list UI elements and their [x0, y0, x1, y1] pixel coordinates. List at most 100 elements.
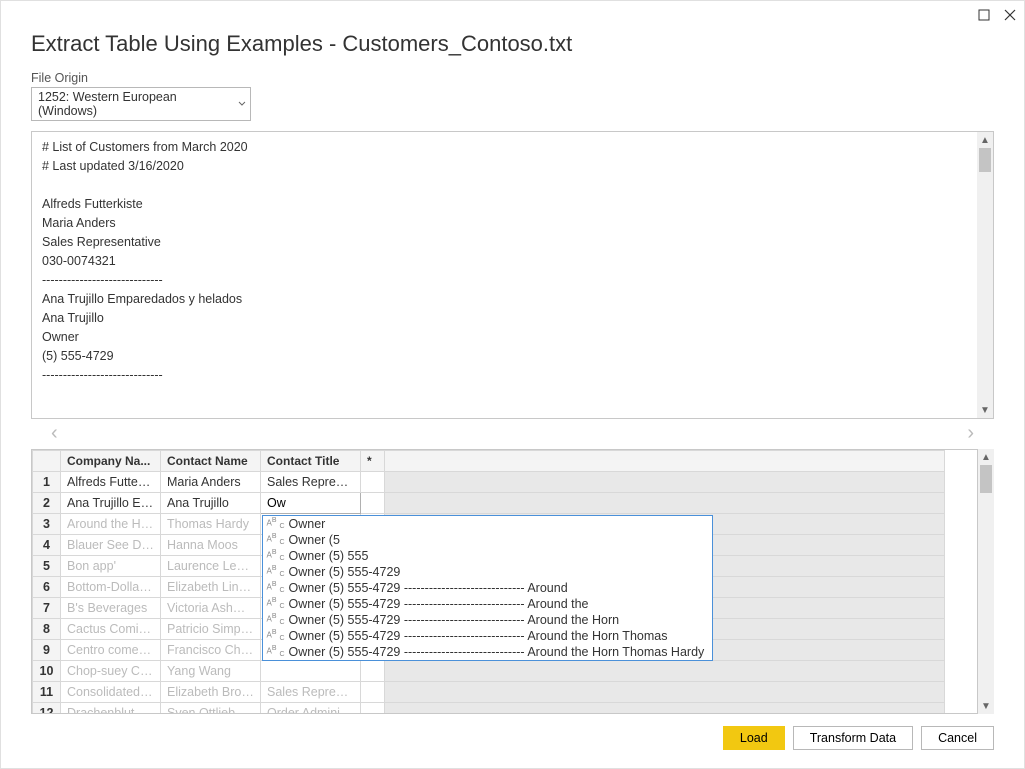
grid-scrollbar[interactable]: ▲ ▼ — [978, 449, 994, 714]
example-grid-area: Company Na...Contact NameContact Title*1… — [31, 449, 994, 714]
cell-company[interactable]: Blauer See Deli... — [61, 535, 161, 556]
autocomplete-text: Owner — [289, 517, 326, 531]
autocomplete-item[interactable]: ABC Owner (5) 555-4729 ------------------… — [263, 596, 713, 612]
maximize-icon[interactable] — [978, 9, 990, 21]
cell-contact[interactable]: Victoria Ashwo... — [161, 598, 261, 619]
text-type-icon: ABC — [267, 533, 285, 547]
cell-company[interactable]: Centro comerci... — [61, 640, 161, 661]
cell-company[interactable]: Bon app' — [61, 556, 161, 577]
autocomplete-text: Owner (5) 555-4729 ---------------------… — [289, 645, 705, 659]
preview-line: 030-0074321 — [42, 252, 967, 271]
autocomplete-text: Owner (5) 555-4729 ---------------------… — [289, 597, 589, 611]
text-type-icon: ABC — [267, 597, 285, 611]
column-header-add[interactable]: * — [361, 451, 385, 472]
example-input[interactable] — [267, 496, 354, 510]
file-origin-dropdown[interactable]: 1252: Western European (Windows) — [31, 87, 251, 121]
transform-data-button[interactable]: Transform Data — [793, 726, 913, 750]
text-type-icon: ABC — [267, 645, 285, 659]
autocomplete-text: Owner (5) 555 — [289, 549, 369, 563]
table-row[interactable]: 11Consolidated H...Elizabeth BrownSales … — [33, 682, 945, 703]
autocomplete-item[interactable]: ABC Owner (5) 555-4729 — [263, 564, 713, 580]
cell-company[interactable]: Around the Horn — [61, 514, 161, 535]
autocomplete-text: Owner (5 — [289, 533, 340, 547]
scroll-left-icon[interactable]: ‹ — [51, 422, 58, 445]
table-row[interactable]: 2Ana Trujillo Em...Ana Trujillo — [33, 493, 945, 514]
cell-contact[interactable]: Sven Ottlieb — [161, 703, 261, 715]
preview-scrollbar[interactable]: ▲ ▼ — [977, 132, 993, 418]
scroll-thumb[interactable] — [980, 465, 992, 493]
text-type-icon: ABC — [267, 517, 285, 531]
preview-line: Alfreds Futterkiste — [42, 195, 967, 214]
cell-company[interactable]: Ana Trujillo Em... — [61, 493, 161, 514]
scroll-right-icon[interactable]: › — [967, 422, 974, 445]
text-type-icon: ABC — [267, 581, 285, 595]
cell-contact[interactable]: Maria Anders — [161, 472, 261, 493]
scroll-down-icon[interactable]: ▼ — [978, 698, 994, 714]
file-preview-text: # List of Customers from March 2020# Las… — [32, 132, 977, 418]
table-row[interactable]: 12Drachenblut D...Sven OttliebOrder Admi… — [33, 703, 945, 715]
cell-title-editing[interactable] — [261, 493, 361, 514]
autocomplete-item[interactable]: ABCOwner (5) 555-4729 ------------------… — [263, 628, 713, 644]
text-type-icon: ABC — [267, 549, 285, 563]
preview-line: # Last updated 3/16/2020 — [42, 157, 967, 176]
cell-company[interactable]: Consolidated H... — [61, 682, 161, 703]
cell-company[interactable]: B's Beverages — [61, 598, 161, 619]
autocomplete-item[interactable]: ABC Owner (5) 555-4729 ------------------… — [263, 644, 713, 660]
scroll-thumb[interactable] — [979, 148, 991, 172]
preview-line — [42, 176, 967, 195]
cell-contact[interactable]: Laurence Lebih... — [161, 556, 261, 577]
cell-company[interactable]: Cactus Comida... — [61, 619, 161, 640]
table-row[interactable]: 10Chop-suey Chi...Yang Wang — [33, 661, 945, 682]
cell-title[interactable] — [261, 661, 361, 682]
dialog-header: Extract Table Using Examples - Customers… — [1, 29, 1024, 67]
preview-line: Maria Anders — [42, 214, 967, 233]
load-button[interactable]: Load — [723, 726, 785, 750]
cell-title[interactable]: Sales Represen... — [261, 682, 361, 703]
preview-hscroll[interactable]: ‹ › — [31, 421, 994, 445]
cell-contact[interactable]: Francisco Chang — [161, 640, 261, 661]
scroll-up-icon[interactable]: ▲ — [977, 132, 993, 148]
preview-line: Sales Representative — [42, 233, 967, 252]
autocomplete-item[interactable]: ABC Owner (5) 555 — [263, 548, 713, 564]
autocomplete-item[interactable]: ABC Owner — [263, 516, 713, 532]
cell-contact[interactable]: Ana Trujillo — [161, 493, 261, 514]
autocomplete-text: Owner (5) 555-4729 — [289, 565, 401, 579]
preview-line: Ana Trujillo Emparedados y helados — [42, 290, 967, 309]
preview-line: Owner — [42, 328, 967, 347]
preview-line: ----------------------------- — [42, 271, 967, 290]
column-header-contact[interactable]: Contact Name — [161, 451, 261, 472]
chevron-down-icon — [238, 100, 246, 108]
dialog-window: Extract Table Using Examples - Customers… — [0, 0, 1025, 769]
autocomplete-text: Owner (5) 555-4729 ---------------------… — [289, 629, 668, 643]
autocomplete-popup[interactable]: ABCOwnerABCOwner (5ABCOwner (5) 555ABCOw… — [262, 515, 714, 661]
cancel-button[interactable]: Cancel — [921, 726, 994, 750]
dialog-footer: Load Transform Data Cancel — [1, 714, 1024, 768]
column-header-title[interactable]: Contact Title — [261, 451, 361, 472]
column-header-company[interactable]: Company Na... — [61, 451, 161, 472]
cell-contact[interactable]: Patricio Simpson — [161, 619, 261, 640]
cell-company[interactable]: Chop-suey Chi... — [61, 661, 161, 682]
preview-line: Ana Trujillo — [42, 309, 967, 328]
cell-company[interactable]: Alfreds Futterki... — [61, 472, 161, 493]
table-row[interactable]: 1Alfreds Futterki...Maria AndersSales Re… — [33, 472, 945, 493]
cell-contact[interactable]: Yang Wang — [161, 661, 261, 682]
file-origin-value: 1252: Western European (Windows) — [38, 90, 238, 118]
close-icon[interactable] — [1004, 9, 1016, 21]
cell-company[interactable]: Bottom-Dollar ... — [61, 577, 161, 598]
autocomplete-item[interactable]: ABCOwner (5) 555-4729 ------------------… — [263, 580, 713, 596]
autocomplete-item[interactable]: ABCOwner (5) 555-4729 ------------------… — [263, 612, 713, 628]
preview-line: # List of Customers from March 2020 — [42, 138, 967, 157]
scroll-up-icon[interactable]: ▲ — [978, 449, 994, 465]
cell-contact[interactable]: Hanna Moos — [161, 535, 261, 556]
autocomplete-text: Owner (5) 555-4729 ---------------------… — [289, 613, 620, 627]
text-type-icon: ABC — [267, 565, 285, 579]
file-origin-label: File Origin — [31, 71, 994, 85]
cell-title[interactable]: Order Administ... — [261, 703, 361, 715]
cell-company[interactable]: Drachenblut D... — [61, 703, 161, 715]
cell-contact[interactable]: Elizabeth Brown — [161, 682, 261, 703]
cell-title[interactable]: Sales Represen... — [261, 472, 361, 493]
autocomplete-item[interactable]: ABC Owner (5 — [263, 532, 713, 548]
cell-contact[interactable]: Elizabeth Lincoln — [161, 577, 261, 598]
scroll-down-icon[interactable]: ▼ — [977, 402, 993, 418]
cell-contact[interactable]: Thomas Hardy — [161, 514, 261, 535]
